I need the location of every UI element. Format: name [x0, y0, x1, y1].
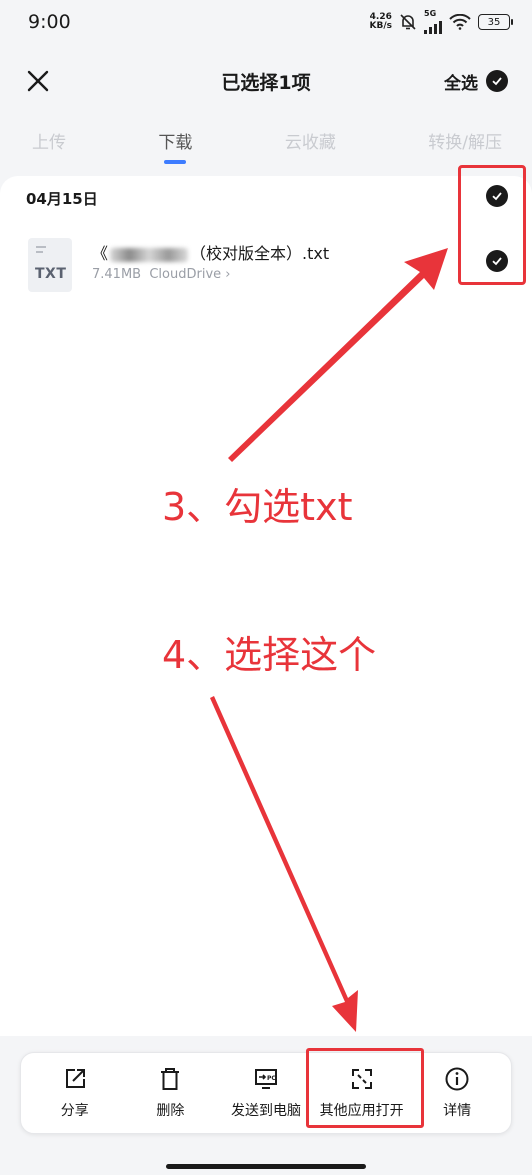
annotation-arrows [210, 248, 448, 1032]
info-icon [445, 1067, 469, 1091]
delete-button[interactable]: 删除 [123, 1066, 219, 1120]
svg-text:PC: PC [267, 1075, 276, 1082]
annotation-step4: 4、选择这个 [162, 633, 377, 677]
send-to-pc-button[interactable]: PC 发送到电脑 [218, 1066, 314, 1120]
annotation-step3: 3、勾选txt [162, 485, 353, 529]
delete-label: 删除 [156, 1103, 185, 1119]
share-icon [65, 1069, 85, 1088]
trash-icon [161, 1068, 180, 1090]
arrow-to-open-with [210, 696, 358, 1032]
select-all-label: 全选 [444, 73, 478, 94]
arrow-to-checkbox [228, 248, 448, 462]
action-toolbar: 分享 删除 PC 发送到电脑 其他应用打开 详情 [20, 1052, 512, 1134]
open-with-highlight-box [306, 1048, 424, 1128]
home-indicator[interactable] [166, 1164, 366, 1169]
details-label: 详情 [443, 1103, 472, 1119]
send-to-pc-icon: PC [254, 1069, 277, 1089]
share-button[interactable]: 分享 [27, 1066, 123, 1120]
share-label: 分享 [60, 1103, 89, 1119]
check-circle-icon [486, 70, 508, 92]
select-all-button[interactable]: 全选 [444, 69, 508, 94]
send-to-pc-label: 发送到电脑 [230, 1103, 301, 1119]
